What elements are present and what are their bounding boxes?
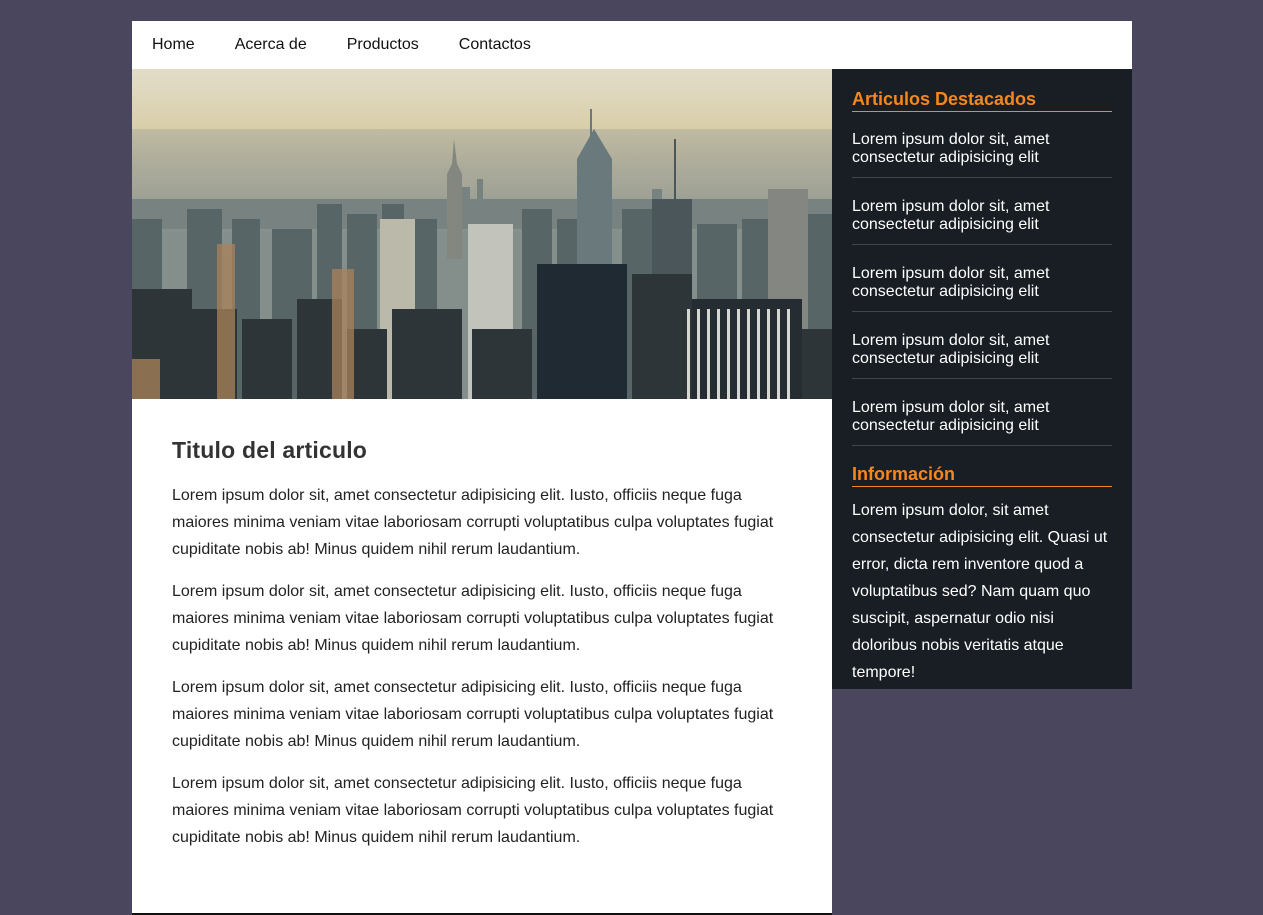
featured-article-item[interactable]: Lorem ipsum dolor sit, amet consectetur … — [852, 245, 1112, 312]
nav-link-home[interactable]: Home — [152, 36, 195, 54]
featured-article-item[interactable]: Lorem ipsum dolor sit, amet consectetur … — [852, 379, 1112, 446]
content-area: Titulo del articulo Lorem ipsum dolor si… — [132, 69, 1132, 915]
information-text: Lorem ipsum dolor, sit amet consectetur … — [852, 502, 1108, 681]
article-paragraph: Lorem ipsum dolor sit, amet consectetur … — [172, 775, 774, 846]
page-container: Home Acerca de Productos Contactos Titul… — [132, 21, 1132, 915]
featured-article-item[interactable]: Lorem ipsum dolor sit, amet consectetur … — [852, 178, 1112, 245]
featured-articles-list: Lorem ipsum dolor sit, amet consectetur … — [852, 112, 1112, 446]
information-heading: Información — [852, 464, 1112, 487]
nav-link-about[interactable]: Acerca de — [235, 36, 307, 54]
nav-link-contacts[interactable]: Contactos — [459, 36, 531, 54]
city-skyline-image — [132, 69, 832, 399]
article-paragraph: Lorem ipsum dolor sit, amet consectetur … — [172, 583, 774, 654]
article: Titulo del articulo Lorem ipsum dolor si… — [132, 399, 832, 851]
featured-article-item[interactable]: Lorem ipsum dolor sit, amet consectetur … — [852, 112, 1112, 178]
article-paragraph: Lorem ipsum dolor sit, amet consectetur … — [172, 487, 774, 558]
main-column: Titulo del articulo Lorem ipsum dolor si… — [132, 69, 832, 915]
article-title: Titulo del articulo — [172, 437, 368, 463]
hero-image — [132, 69, 832, 399]
featured-article-item[interactable]: Lorem ipsum dolor sit, amet consectetur … — [852, 312, 1112, 379]
featured-articles-heading: Articulos Destacados — [852, 89, 1112, 112]
top-navigation: Home Acerca de Productos Contactos — [132, 21, 1132, 69]
sidebar: Articulos Destacados Lorem ipsum dolor s… — [832, 69, 1132, 689]
nav-link-products[interactable]: Productos — [347, 36, 419, 54]
article-paragraph: Lorem ipsum dolor sit, amet consectetur … — [172, 679, 774, 750]
